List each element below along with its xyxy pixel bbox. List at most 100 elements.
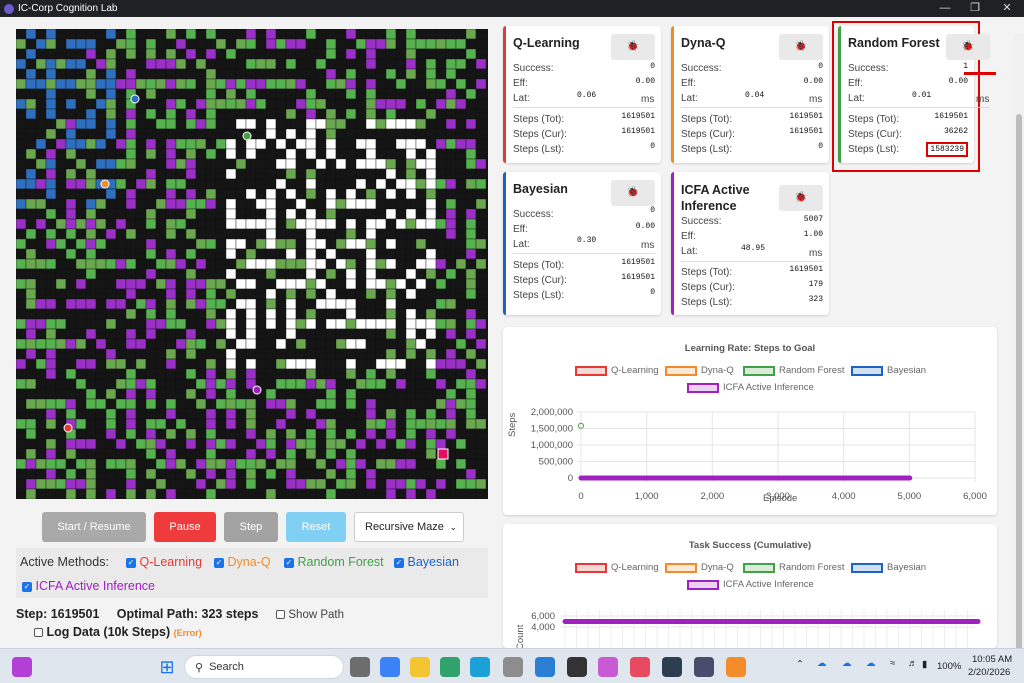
chatgpt-icon[interactable] [440, 657, 460, 677]
maze-cell [365, 38, 377, 50]
app-icon-1[interactable] [662, 657, 682, 677]
maze-cell [305, 478, 317, 490]
maze-cell [35, 29, 47, 40]
onedrive-icon[interactable]: ☁ [866, 658, 876, 669]
maze-cell [345, 398, 357, 410]
copilot-icon[interactable] [380, 657, 400, 677]
maze-cell [355, 188, 367, 200]
maze-cell [165, 68, 177, 80]
bug-icon[interactable]: 🐞 [779, 185, 823, 211]
maze-cell [155, 198, 167, 210]
copilot-app-icon[interactable] [598, 657, 618, 677]
maze-cell [235, 388, 247, 400]
maze-cell [325, 29, 337, 40]
maze-canvas[interactable] [16, 29, 488, 499]
clock-date[interactable]: 2/20/2026 [968, 667, 1010, 678]
bug-icon[interactable]: 🐞 [611, 34, 655, 60]
maze-cell [425, 358, 437, 370]
app-icon-2[interactable] [694, 657, 714, 677]
file-explorer-icon[interactable] [410, 657, 430, 677]
maze-cell [355, 58, 367, 70]
scrollbar[interactable] [1014, 34, 1024, 665]
maze-cell [205, 68, 217, 80]
maze-cell [45, 358, 57, 370]
maze-cell [345, 278, 357, 290]
method-random-forest[interactable]: ✓ Random Forest [284, 555, 384, 569]
volume-icon[interactable]: ♬ [908, 658, 918, 669]
wifi-icon[interactable]: ≈ [890, 658, 895, 669]
scrollbar-thumb[interactable] [1016, 114, 1022, 654]
bug-icon[interactable]: 🐞 [779, 34, 823, 60]
checkbox-icon[interactable]: ✓ [22, 581, 32, 592]
openai-icon[interactable] [567, 657, 587, 677]
clock-time[interactable]: 10:05 AM [972, 654, 1012, 665]
maze-cell [405, 268, 417, 280]
maze-type-select[interactable]: Recursive Maze ⌄ [354, 512, 464, 542]
maze-cell [395, 258, 407, 270]
maze-cell [255, 488, 267, 499]
maze-cell [75, 338, 87, 350]
app-icon-3[interactable] [726, 657, 746, 677]
maze-cell [35, 358, 47, 370]
cloud-icon[interactable]: ☁ [842, 658, 852, 669]
maze-cell [125, 368, 137, 380]
maze-cell [195, 178, 207, 190]
maze-cell [95, 388, 107, 400]
minimize-icon[interactable]: — [930, 0, 960, 17]
bug-icon[interactable]: 🐞 [946, 34, 990, 60]
home-icon[interactable] [630, 657, 650, 677]
cloud-icon[interactable]: ☁ [817, 658, 827, 669]
maze-cell [465, 128, 477, 140]
edge-icon[interactable] [470, 657, 490, 677]
checkbox-icon[interactable]: ✓ [126, 557, 136, 568]
start-resume-button[interactable]: Start / Resume [42, 512, 146, 542]
log-data-checkbox[interactable] [34, 628, 43, 638]
maze-cell [145, 168, 157, 180]
show-path-checkbox[interactable] [275, 610, 285, 620]
maze-cell [435, 248, 447, 260]
separator [681, 107, 823, 108]
maze-cell [385, 448, 397, 460]
maze-cell [125, 198, 137, 210]
maze-cell [95, 58, 107, 70]
bug-icon[interactable]: 🐞 [611, 180, 655, 206]
reset-button[interactable]: Reset [286, 512, 346, 542]
maze-cell [105, 29, 117, 40]
maze-cell [55, 378, 67, 390]
pause-button[interactable]: Pause [154, 512, 216, 542]
calculator-icon[interactable] [503, 657, 523, 677]
card-icfa: ICFA Active Inference 🐞 Success: 5007 Ef… [671, 172, 829, 315]
maze-cell [185, 248, 197, 260]
task-view-icon[interactable] [350, 657, 370, 677]
maze-cell [435, 238, 447, 250]
method-icfa[interactable]: ✓ ICFA Active Inference [22, 579, 155, 593]
step-button[interactable]: Step [224, 512, 278, 542]
maze-cell [35, 458, 47, 470]
maze-cell [395, 358, 407, 370]
maze-cell [405, 118, 417, 130]
maze-cell [355, 308, 367, 320]
battery-icon[interactable]: ▮ [922, 659, 927, 670]
checkbox-icon[interactable]: ✓ [214, 557, 224, 568]
close-icon[interactable]: ✕ [992, 0, 1022, 17]
status-line: Step: 1619501 Optimal Path: 323 steps Sh… [16, 607, 344, 639]
chevron-up-icon[interactable]: ⌃ [796, 659, 804, 670]
checkbox-icon[interactable]: ✓ [394, 557, 404, 568]
method-dyna-q[interactable]: ✓ Dyna-Q [214, 555, 271, 569]
maze-cell [85, 148, 97, 160]
checkbox-icon[interactable]: ✓ [284, 557, 294, 568]
maze-cell [165, 38, 177, 50]
store-icon[interactable] [535, 657, 555, 677]
maze-cell [235, 318, 247, 330]
maze-cell [455, 208, 467, 220]
method-q-learning[interactable]: ✓ Q-Learning [126, 555, 202, 569]
maze-cell [175, 29, 187, 40]
widgets-icon[interactable] [12, 657, 32, 677]
maze-cell [145, 308, 157, 320]
taskbar-search[interactable]: ⚲ Search [184, 655, 344, 679]
method-bayesian[interactable]: ✓ Bayesian [394, 555, 459, 569]
maze-cell [355, 418, 367, 430]
windows-start-icon[interactable]: ⊞ [157, 657, 177, 677]
x-tick-label: 5,000 [897, 491, 921, 502]
maximize-icon[interactable]: ❐ [960, 0, 990, 17]
